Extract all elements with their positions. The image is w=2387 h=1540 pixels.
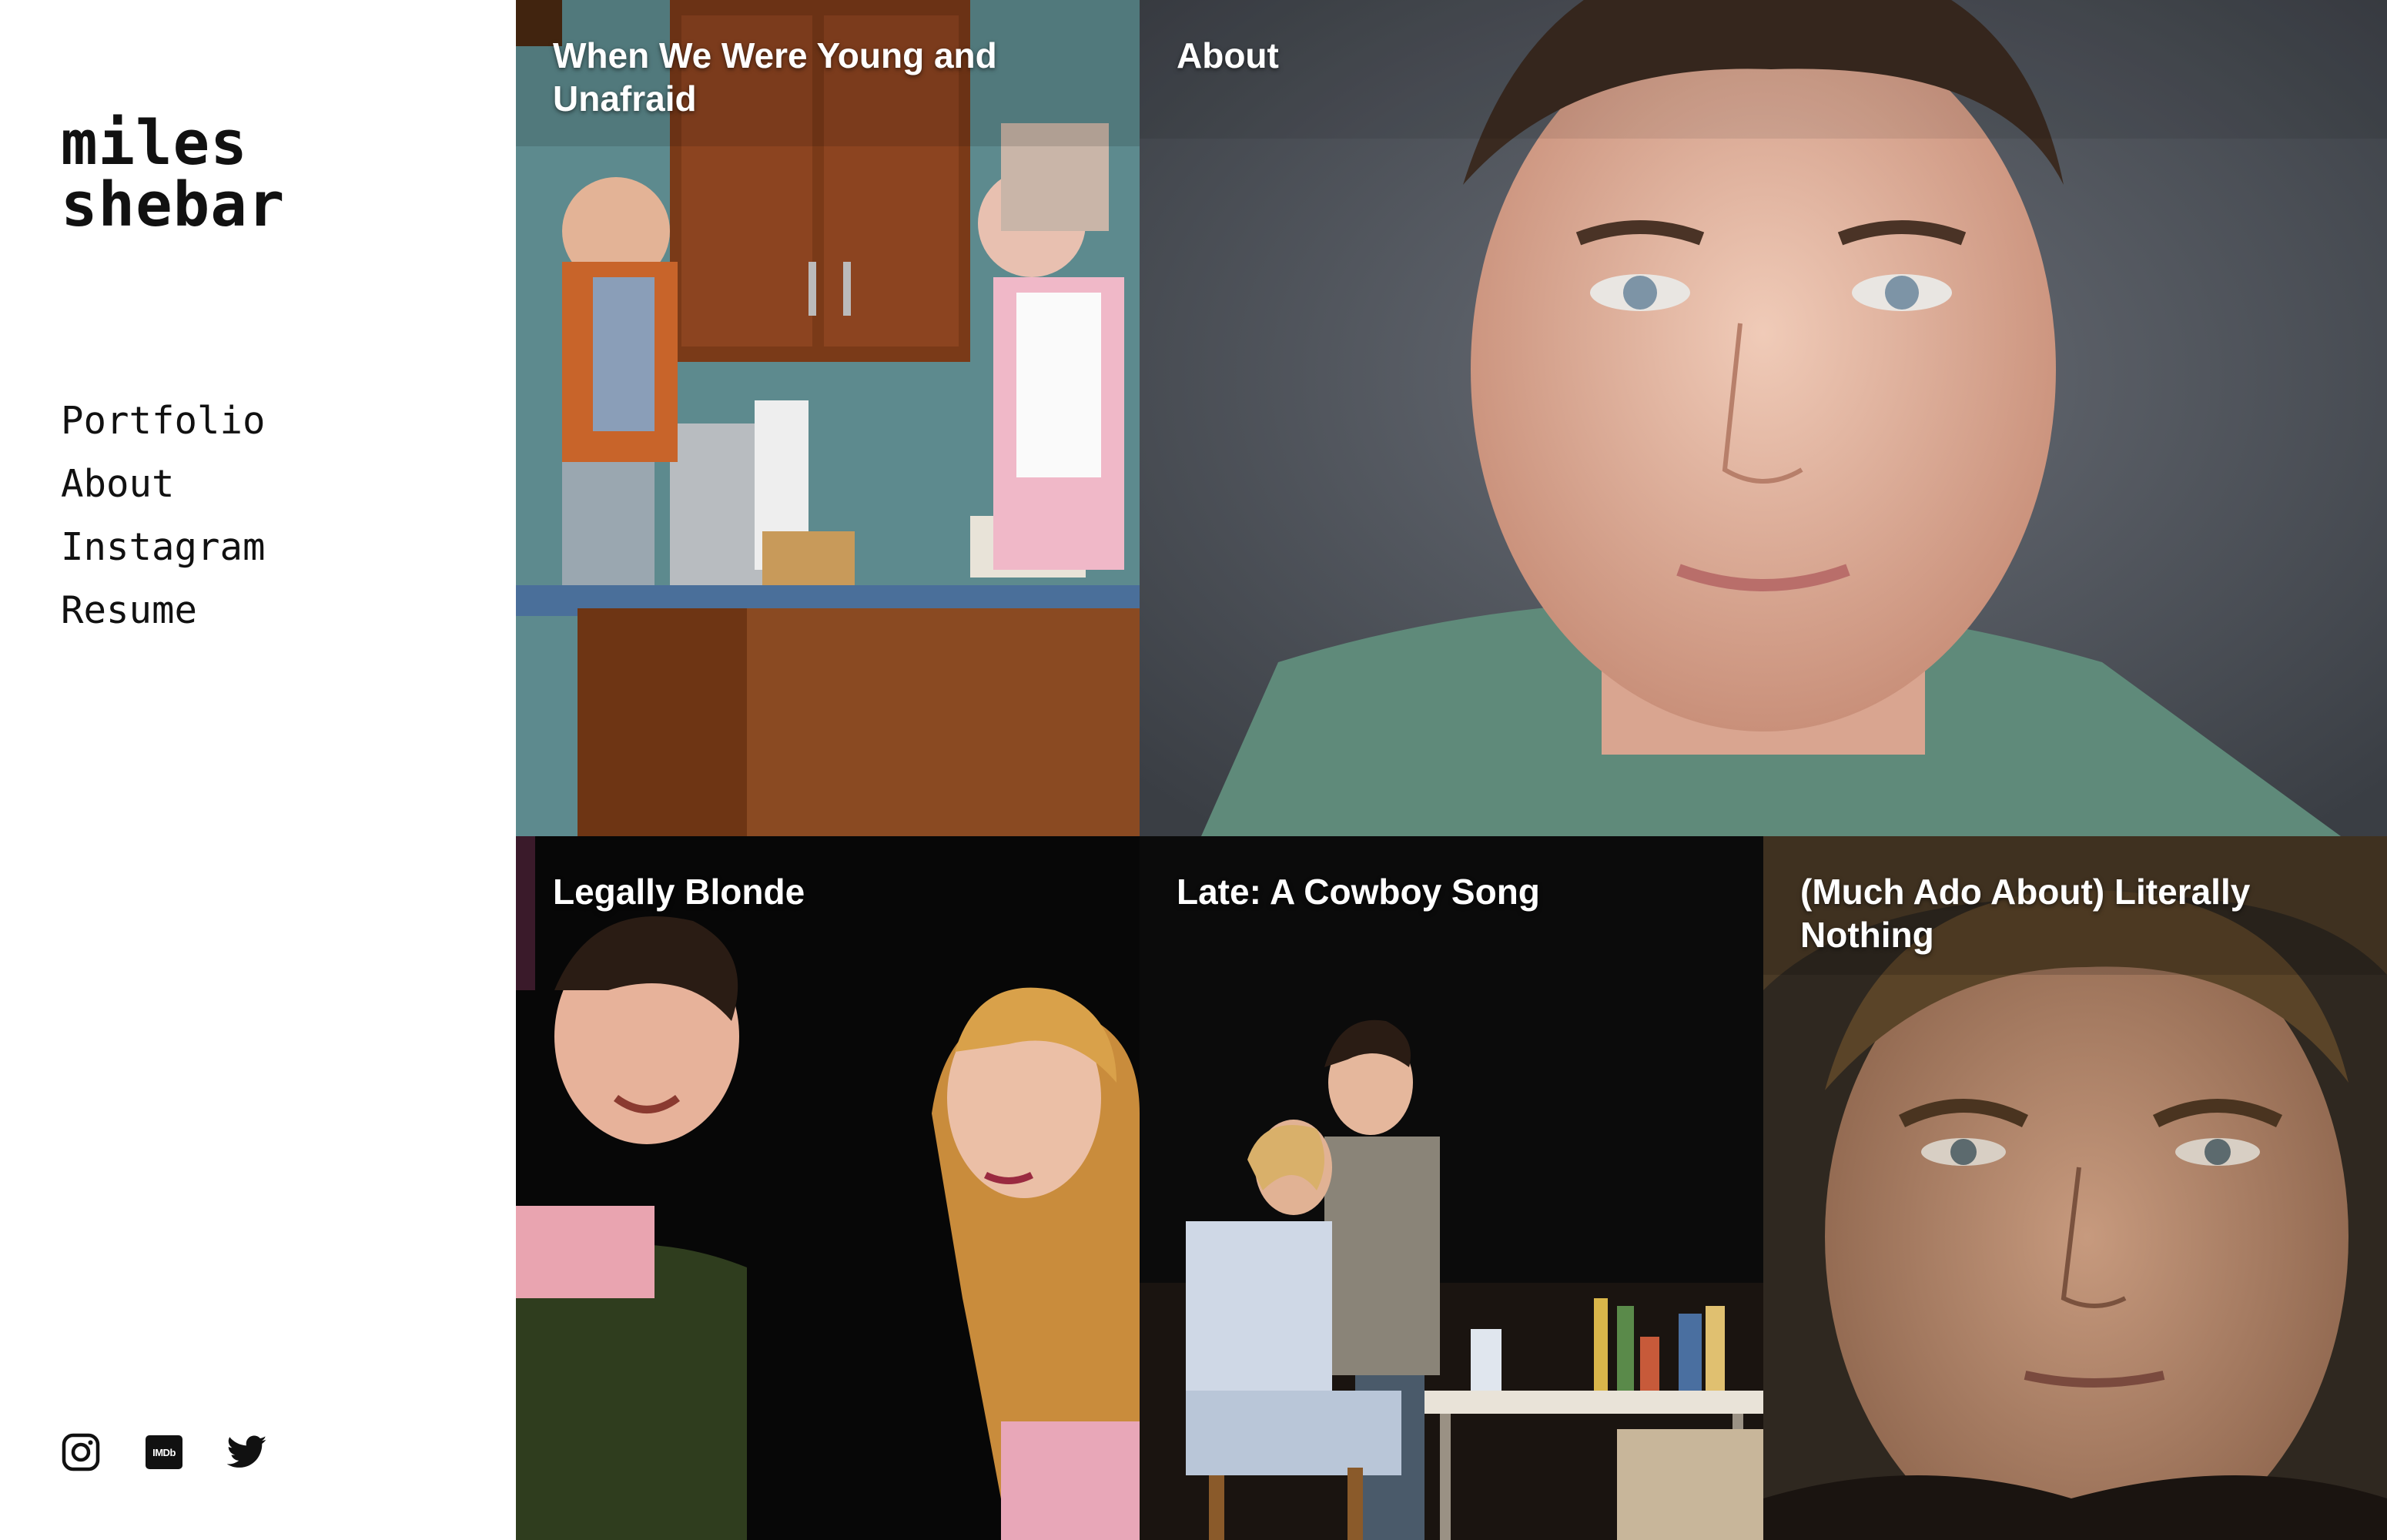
tile-image-stage-couple <box>516 836 1140 1540</box>
portfolio-tile-when-we-were-young[interactable]: When We Were Young and Unafraid <box>516 0 1140 836</box>
nav-item-instagram[interactable]: Instagram <box>61 516 266 579</box>
imdb-badge: IMDb <box>146 1435 182 1469</box>
tile-title: Late: A Cowboy Song <box>1177 872 1540 912</box>
tile-title: Legally Blonde <box>553 872 805 912</box>
tile-title: When We Were Young and Unafraid <box>553 35 997 119</box>
tile-image-stage-scene <box>1140 836 1763 1540</box>
nav-item-about[interactable]: About <box>61 453 266 516</box>
twitter-icon[interactable] <box>227 1432 267 1472</box>
logo-line-last: shebar <box>61 169 286 240</box>
page: miles shebar Portfolio About Instagram R… <box>0 0 2387 1540</box>
site-logo[interactable]: miles shebar <box>61 112 285 236</box>
tile-title: About <box>1177 35 1279 75</box>
portfolio-tile-much-ado-literally-nothing[interactable]: (Much Ado About) Literally Nothing <box>1763 836 2387 1540</box>
nav-item-resume[interactable]: Resume <box>61 579 266 642</box>
main-nav: Portfolio About Instagram Resume <box>61 390 266 642</box>
tile-image-kitchen-scene <box>516 0 1140 836</box>
logo-line-first: miles <box>61 108 248 179</box>
tile-title: (Much Ado About) Literally Nothing <box>1800 872 2251 955</box>
portfolio-tile-late-a-cowboy-song[interactable]: Late: A Cowboy Song <box>1140 836 1763 1540</box>
portfolio-tile-legally-blonde[interactable]: Legally Blonde <box>516 836 1140 1540</box>
portfolio-tile-about[interactable]: About <box>1140 0 2387 836</box>
imdb-icon[interactable]: IMDb <box>144 1432 184 1472</box>
nav-item-portfolio[interactable]: Portfolio <box>61 390 266 453</box>
sidebar: miles shebar Portfolio About Instagram R… <box>0 0 516 1540</box>
instagram-icon[interactable] <box>61 1432 101 1472</box>
tile-image-headshot <box>1140 0 2387 836</box>
social-links: IMDb <box>61 1432 267 1472</box>
